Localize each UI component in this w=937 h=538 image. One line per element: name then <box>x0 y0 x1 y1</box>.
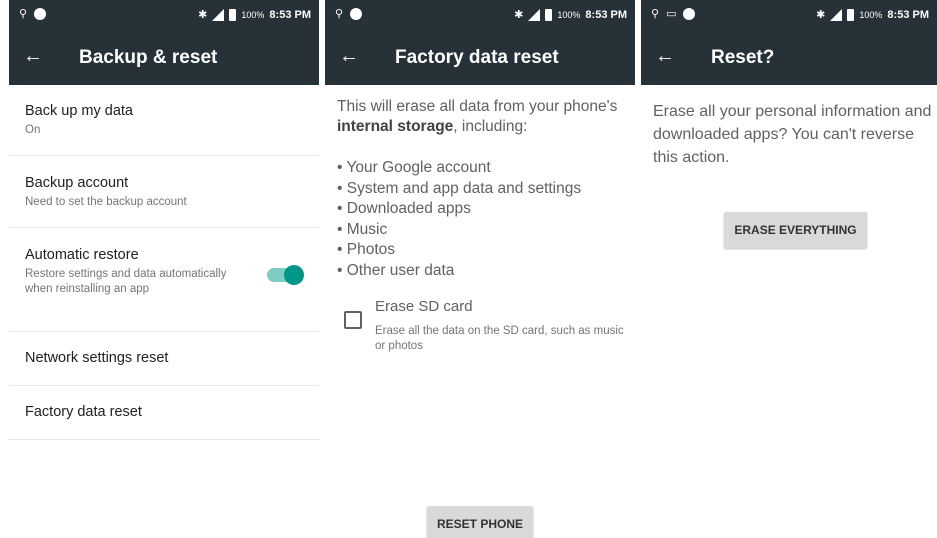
intro-text-part: , including: <box>453 118 528 135</box>
chat-bubble-icon <box>34 7 47 20</box>
list-item: • Other user data <box>337 261 455 279</box>
pref-title: Factory data reset <box>25 404 142 420</box>
list-item: • Music <box>337 220 388 238</box>
signal-icon <box>212 8 225 21</box>
bluetooth-icon: ✱ <box>514 9 524 21</box>
pref-title: Back up my data <box>25 103 133 119</box>
erase-list: • Your Google account • System and app d… <box>337 158 581 281</box>
page-title: Reset? <box>711 47 775 68</box>
usb-icon: ⚲ <box>19 8 28 20</box>
pref-backup-account[interactable]: Backup account Need to set the backup ac… <box>9 156 319 228</box>
bluetooth-icon: ✱ <box>198 9 208 21</box>
app-bar: ← Reset? <box>641 30 937 85</box>
list-item: • Your Google account <box>337 159 491 176</box>
pref-summary: Restore settings and data automatically … <box>25 268 227 295</box>
pref-summary: On <box>25 124 41 136</box>
battery-percent: 100% <box>241 9 265 20</box>
pref-summary: Need to set the backup account <box>25 196 187 208</box>
app-bar: ← Backup & reset <box>9 30 319 85</box>
chat-bubble-icon <box>683 7 696 20</box>
back-arrow-icon[interactable]: ← <box>339 44 359 68</box>
pref-back-up-my-data[interactable]: Back up my data On <box>9 85 319 156</box>
signal-icon <box>830 8 843 21</box>
list-item: • Downloaded apps <box>337 200 471 217</box>
back-arrow-icon[interactable]: ← <box>655 44 675 68</box>
clock: 8:53 PM <box>269 8 311 21</box>
battery-percent: 100% <box>859 9 883 20</box>
pref-automatic-restore[interactable]: Automatic restore Restore settings and d… <box>9 228 319 332</box>
erase-sd-card-label: Erase SD card <box>375 298 473 315</box>
erase-everything-button[interactable]: ERASE EVERYTHING <box>724 212 867 248</box>
battery-icon <box>847 8 855 21</box>
clock: 8:53 PM <box>585 8 627 21</box>
list-item: • System and app data and settings <box>337 179 582 197</box>
pref-factory-data-reset[interactable]: Factory data reset <box>9 386 319 440</box>
usb-icon: ⚲ <box>335 8 344 20</box>
factory-data-reset-screen: ⚲ ✱ 100% 8:53 PM ← Factory data reset Th… <box>325 0 635 538</box>
reset-phone-button[interactable]: RESET PHONE <box>427 506 533 538</box>
confirm-message: Erase all your personal information and … <box>653 103 932 166</box>
intro-text-part: This will erase all data from your phone… <box>337 98 618 115</box>
status-bar: ⚲ ✱ 100% 8:53 PM <box>9 0 319 30</box>
page-title: Backup & reset <box>79 47 218 68</box>
page-title: Factory data reset <box>395 47 559 68</box>
pref-network-settings-reset[interactable]: Network settings reset <box>9 332 319 386</box>
erase-sd-card-summary: Erase all the data on the SD card, such … <box>375 325 624 352</box>
battery-icon <box>545 8 553 21</box>
pref-title: Network settings reset <box>25 350 169 366</box>
image-icon: ▭ <box>666 8 677 20</box>
chat-bubble-icon <box>350 7 363 20</box>
clock: 8:53 PM <box>887 8 929 21</box>
battery-icon <box>229 8 237 21</box>
intro-text-bold: internal storage <box>337 118 454 135</box>
erase-sd-card-checkbox[interactable] <box>344 311 362 329</box>
pref-title: Backup account <box>25 175 129 191</box>
back-arrow-icon[interactable]: ← <box>23 44 43 68</box>
backup-reset-screen: ⚲ ✱ 100% 8:53 PM ← Backup & reset Back u… <box>9 0 319 538</box>
status-bar: ⚲ ✱ 100% 8:53 PM <box>325 0 635 30</box>
status-bar: ⚲ ▭ ✱ 100% 8:53 PM <box>641 0 937 30</box>
app-bar: ← Factory data reset <box>325 30 635 85</box>
usb-icon: ⚲ <box>651 8 660 20</box>
automatic-restore-toggle[interactable] <box>267 265 304 285</box>
signal-icon <box>528 8 541 21</box>
list-item: • Photos <box>337 241 395 258</box>
pref-title: Automatic restore <box>25 247 139 263</box>
battery-percent: 100% <box>557 9 581 20</box>
intro-text: This will erase all data from your phone… <box>337 97 627 137</box>
bluetooth-icon: ✱ <box>816 9 826 21</box>
reset-confirm-screen: ⚲ ▭ ✱ 100% 8:53 PM ← Reset? Erase all yo… <box>641 0 937 538</box>
